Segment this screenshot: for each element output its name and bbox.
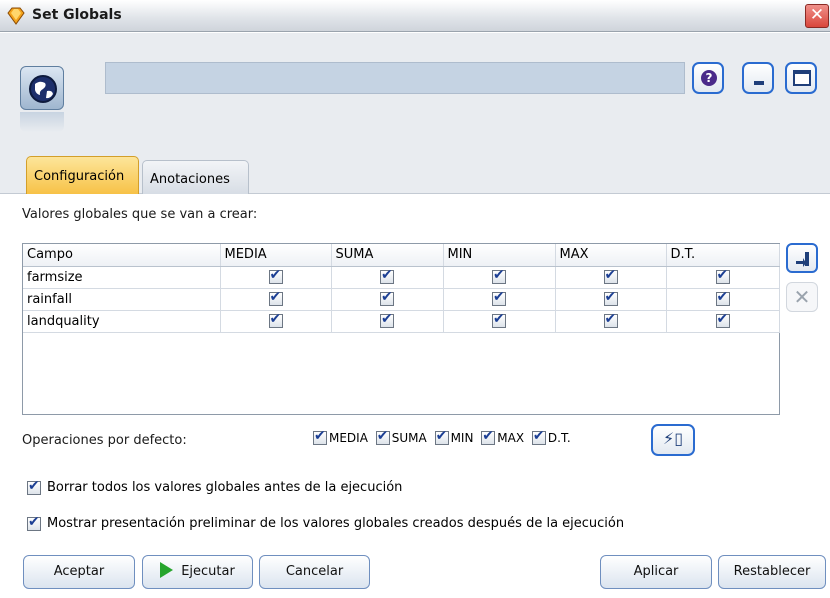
default-min-checkbox[interactable] bbox=[434, 428, 449, 445]
column-header-min[interactable]: MIN bbox=[443, 244, 556, 267]
default-max-label: MAX bbox=[497, 430, 525, 445]
dt-checkbox[interactable] bbox=[715, 267, 730, 284]
globals-section-label: Valores globales que se van a crear: bbox=[22, 207, 258, 222]
clear-globals-label: Borrar todos los valores globales antes … bbox=[47, 480, 403, 495]
apply-defaults-button[interactable]: ⚡▯ bbox=[651, 424, 695, 456]
media-checkbox[interactable] bbox=[268, 289, 283, 306]
tab-anotaciones[interactable]: Anotaciones bbox=[142, 160, 249, 194]
max-checkbox[interactable] bbox=[603, 311, 618, 328]
default-suma-checkbox[interactable] bbox=[375, 428, 390, 445]
default-dt-label: D.T. bbox=[547, 430, 571, 445]
dt-checkbox[interactable] bbox=[715, 289, 730, 306]
title-bar: Set Globals ✕ bbox=[0, 0, 830, 32]
max-checkbox[interactable] bbox=[603, 267, 618, 284]
gem-icon bbox=[7, 7, 25, 25]
suma-checkbox[interactable] bbox=[380, 267, 394, 284]
clear-globals-checkbox[interactable] bbox=[27, 478, 41, 495]
run-button-label: Ejecutar bbox=[181, 564, 235, 579]
delete-row-button[interactable]: ✕ bbox=[786, 282, 818, 312]
cancel-button[interactable]: Cancelar bbox=[259, 555, 370, 589]
default-media-label: MEDIA bbox=[329, 430, 368, 445]
suma-checkbox[interactable] bbox=[380, 311, 394, 328]
table-header-row: Campo MEDIA SUMA MIN MAX D.T. bbox=[23, 244, 780, 267]
ok-button[interactable]: Aceptar bbox=[23, 555, 135, 589]
default-dt-checkbox[interactable] bbox=[531, 428, 546, 445]
clear-globals-option[interactable]: Borrar todos los valores globales antes … bbox=[27, 478, 403, 495]
default-max-checkbox[interactable] bbox=[481, 428, 496, 445]
lightning-icon: ⚡▯ bbox=[662, 429, 684, 448]
preview-globals-label: Mostrar presentación preliminar de los v… bbox=[47, 516, 625, 531]
table-row[interactable]: landquality bbox=[23, 310, 780, 333]
min-checkbox[interactable] bbox=[492, 289, 506, 306]
tab-configuracion[interactable]: Configuración bbox=[26, 156, 139, 194]
min-checkbox[interactable] bbox=[492, 267, 506, 284]
delete-icon: ✕ bbox=[793, 285, 811, 309]
table-row[interactable]: rainfall bbox=[23, 288, 780, 311]
field-name: rainfall bbox=[23, 288, 221, 311]
help-icon: ? bbox=[701, 70, 717, 86]
media-checkbox[interactable] bbox=[268, 311, 283, 328]
default-media-checkbox[interactable] bbox=[313, 428, 327, 445]
column-header-max[interactable]: MAX bbox=[555, 244, 667, 267]
add-row-icon bbox=[796, 252, 809, 267]
window-title: Set Globals bbox=[32, 7, 122, 23]
column-header-suma[interactable]: SUMA bbox=[331, 244, 444, 267]
field-name: farmsize bbox=[23, 266, 221, 289]
node-icon-reflection bbox=[20, 112, 64, 132]
maximize-button[interactable] bbox=[785, 62, 817, 94]
preview-globals-checkbox[interactable] bbox=[27, 514, 41, 531]
column-header-media[interactable]: MEDIA bbox=[220, 244, 332, 267]
reset-button[interactable]: Restablecer bbox=[718, 555, 826, 589]
apply-button[interactable]: Aplicar bbox=[600, 555, 712, 589]
default-suma-label: SUMA bbox=[391, 430, 427, 445]
globals-table: Campo MEDIA SUMA MIN MAX D.T. farmsize r… bbox=[22, 243, 780, 415]
help-button[interactable]: ? bbox=[692, 62, 724, 94]
tab-strip: Configuración Anotaciones bbox=[0, 150, 830, 194]
column-header-dt[interactable]: D.T. bbox=[666, 244, 780, 267]
preview-globals-option[interactable]: Mostrar presentación preliminar de los v… bbox=[27, 514, 625, 531]
globe-icon bbox=[20, 66, 64, 110]
column-header-campo[interactable]: Campo bbox=[23, 244, 221, 267]
media-checkbox[interactable] bbox=[268, 267, 283, 284]
add-row-button[interactable] bbox=[786, 243, 818, 273]
play-icon bbox=[160, 562, 174, 578]
field-name: landquality bbox=[23, 310, 221, 333]
run-button[interactable]: Ejecutar bbox=[142, 555, 253, 589]
close-icon[interactable]: ✕ bbox=[805, 4, 829, 28]
default-ops-group: MEDIA SUMA MIN MAX D.T. bbox=[311, 428, 573, 450]
max-checkbox[interactable] bbox=[603, 289, 618, 306]
suma-checkbox[interactable] bbox=[380, 289, 394, 306]
default-min-label: MIN bbox=[450, 430, 474, 445]
min-checkbox[interactable] bbox=[492, 311, 506, 328]
dt-checkbox[interactable] bbox=[715, 311, 730, 328]
maximize-icon bbox=[793, 70, 811, 86]
minimize-icon bbox=[754, 81, 764, 85]
default-ops-label: Operaciones por defecto: bbox=[22, 433, 187, 448]
node-name-field[interactable] bbox=[105, 62, 685, 94]
table-row[interactable]: farmsize bbox=[23, 266, 780, 289]
minimize-button[interactable] bbox=[742, 62, 774, 94]
